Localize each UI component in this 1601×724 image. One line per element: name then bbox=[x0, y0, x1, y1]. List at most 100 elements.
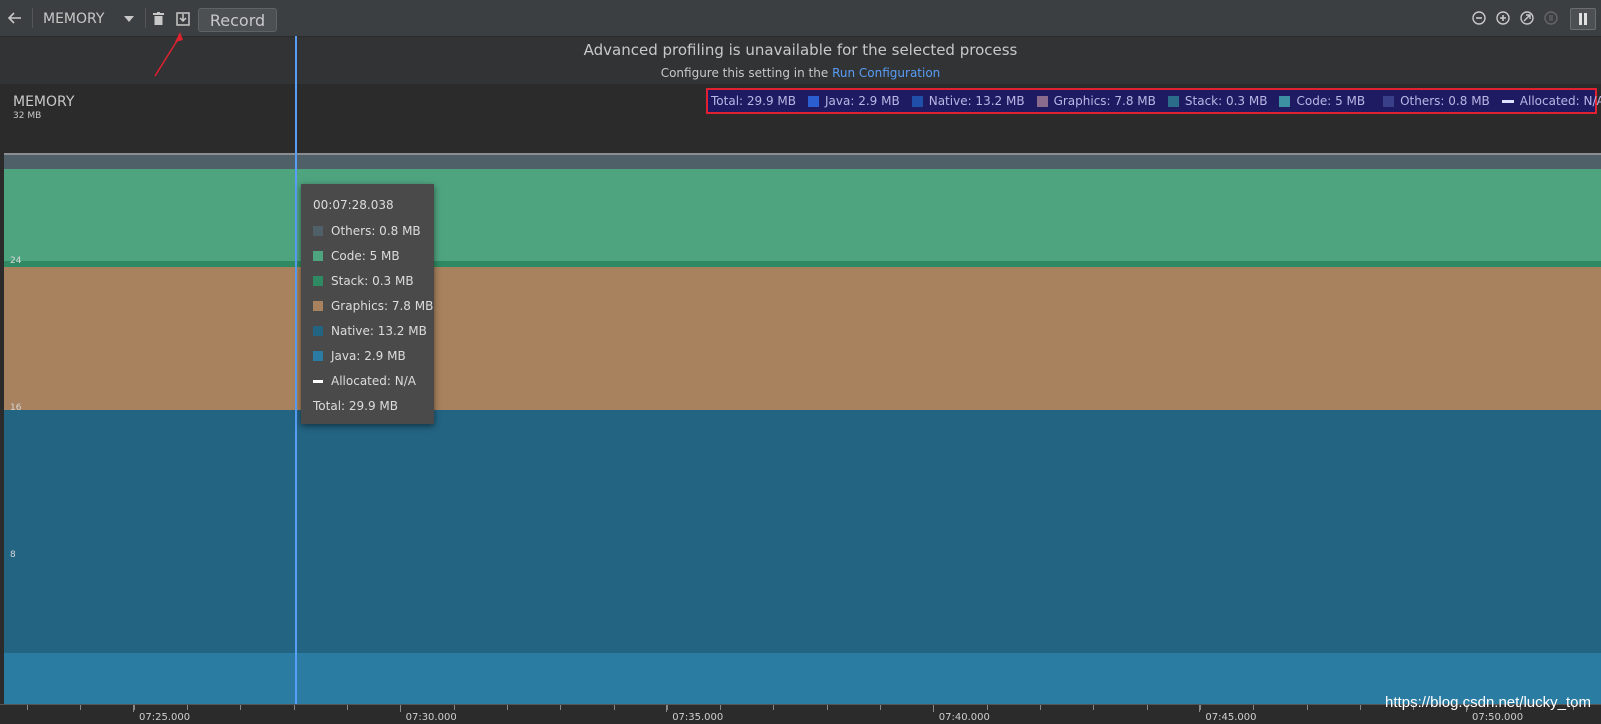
x-major-tick bbox=[133, 705, 134, 712]
x-tick bbox=[1093, 705, 1095, 710]
memory-max-label: 32 MB bbox=[13, 111, 42, 121]
legend-label: Code: 5 MB bbox=[1296, 94, 1366, 108]
x-tick bbox=[293, 705, 295, 710]
x-tick bbox=[1360, 705, 1361, 710]
tooltip-swatch bbox=[313, 326, 323, 336]
y-tick-label: 24 bbox=[10, 256, 22, 266]
tooltip-label: Native: 13.2 MB bbox=[331, 324, 427, 338]
legend-swatch bbox=[1167, 95, 1179, 107]
tooltip-row-native: Native: 13.2 MB bbox=[313, 324, 427, 338]
annotation-arrow-icon bbox=[154, 32, 183, 77]
x-major-tick bbox=[399, 705, 401, 712]
pause-button[interactable] bbox=[1570, 8, 1596, 30]
allocated-dash-icon bbox=[1501, 99, 1514, 103]
delete-button[interactable] bbox=[151, 10, 165, 26]
area-band-code bbox=[4, 169, 1601, 262]
banner-subtitle-text: Configure this setting in the bbox=[660, 66, 829, 80]
run-configuration-link[interactable]: Run Configuration bbox=[832, 66, 940, 80]
legend-item-native: Native: 13.2 MB bbox=[911, 94, 1025, 108]
legend-item-others: Others: 0.8 MB bbox=[1383, 94, 1490, 108]
tooltip-label: Allocated: N/A bbox=[331, 374, 416, 388]
time-axis: 07:25.000 07:30.000 07:35.000 07:40.000 07:4… bbox=[0, 704, 1601, 724]
area-band-native bbox=[4, 410, 1601, 653]
tooltip-swatch bbox=[313, 251, 323, 261]
x-tick bbox=[1253, 705, 1255, 710]
chevron-down-icon bbox=[124, 16, 134, 22]
x-tick bbox=[880, 705, 882, 710]
legend-label: Graphics: 7.8 MB bbox=[1053, 94, 1156, 108]
legend-label: Stack: 0.3 MB bbox=[1184, 94, 1268, 108]
tooltip-row-graphics: Graphics: 7.8 MB bbox=[313, 299, 433, 313]
legend-swatch bbox=[911, 95, 923, 107]
tooltip-label: Graphics: 7.8 MB bbox=[331, 299, 434, 313]
x-major-tick bbox=[1199, 705, 1201, 712]
x-tick-label: 07:50.000 bbox=[1472, 712, 1524, 723]
tooltip-total: Total: 29.9 MB bbox=[313, 399, 399, 413]
toolbar: MEMORY Record bbox=[0, 0, 1601, 37]
x-tick bbox=[826, 705, 828, 710]
legend-item-stack: Stack: 0.3 MB bbox=[1167, 94, 1268, 108]
tooltip-row-java: Java: 2.9 MB bbox=[313, 349, 406, 363]
zoom-in-icon bbox=[1496, 11, 1510, 25]
legend-label: Native: 13.2 MB bbox=[928, 94, 1025, 108]
tooltip-swatch bbox=[313, 351, 323, 361]
legend-item-graphics: Graphics: 7.8 MB bbox=[1036, 94, 1156, 108]
zoom-out-icon bbox=[1472, 11, 1486, 25]
area-band-stack bbox=[4, 261, 1601, 267]
reset-zoom-icon bbox=[1520, 11, 1534, 25]
x-tick bbox=[720, 705, 722, 710]
x-tick bbox=[506, 705, 508, 710]
y-tick-label: 8 bbox=[10, 550, 16, 560]
advanced-profiling-banner: Advanced profiling is unavailable for th… bbox=[0, 37, 1601, 84]
legend-swatch bbox=[1036, 95, 1048, 107]
tooltip-label: Stack: 0.3 MB bbox=[331, 274, 414, 288]
x-tick bbox=[27, 705, 28, 710]
tooltip-label: Code: 5 MB bbox=[331, 249, 400, 263]
x-tick-label: 07:30.000 bbox=[405, 712, 457, 723]
profiler-select[interactable]: MEMORY bbox=[38, 8, 138, 30]
legend-swatch bbox=[1383, 95, 1395, 107]
area-band-java bbox=[4, 652, 1601, 706]
watermark: https://blog.csdn.net/lucky_tom bbox=[1385, 694, 1591, 711]
area-band-others bbox=[4, 154, 1601, 170]
legend-total: Total: 29.9 MB bbox=[711, 94, 797, 108]
save-heap-icon bbox=[176, 11, 190, 26]
time-cursor-line[interactable] bbox=[295, 36, 297, 706]
tooltip-row-stack: Stack: 0.3 MB bbox=[313, 274, 414, 288]
live-button[interactable] bbox=[1543, 10, 1559, 26]
x-tick bbox=[613, 705, 615, 710]
trash-icon bbox=[152, 11, 164, 25]
tooltip-row-code: Code: 5 MB bbox=[313, 249, 400, 263]
tooltip-swatch bbox=[313, 276, 323, 286]
memory-legend: Total: 29.9 MB Java: 2.9 MB Native: 13.2… bbox=[706, 88, 1601, 114]
zoom-in-button[interactable] bbox=[1495, 10, 1511, 26]
tooltip-time: 00:07:28.038 bbox=[313, 198, 394, 212]
allocated-dash-icon bbox=[313, 379, 323, 383]
zoom-out-button[interactable] bbox=[1471, 10, 1487, 26]
x-tick bbox=[186, 705, 188, 710]
legend-swatch bbox=[808, 95, 820, 107]
x-tick bbox=[1306, 705, 1308, 710]
record-button[interactable]: Record bbox=[198, 8, 277, 32]
x-tick bbox=[1040, 705, 1042, 710]
arrow-left-icon bbox=[8, 12, 21, 24]
legend-swatch bbox=[1279, 95, 1291, 107]
x-major-tick bbox=[666, 705, 668, 712]
reset-zoom-button[interactable] bbox=[1519, 10, 1535, 26]
back-button[interactable] bbox=[6, 9, 24, 27]
x-tick-label: 07:40.000 bbox=[938, 712, 990, 723]
legend-label: Java: 2.9 MB bbox=[825, 94, 900, 108]
x-tick bbox=[453, 705, 455, 710]
legend-label: Others: 0.8 MB bbox=[1400, 94, 1490, 108]
banner-title: Advanced profiling is unavailable for th… bbox=[583, 41, 1018, 59]
x-tick bbox=[560, 705, 562, 710]
x-tick bbox=[986, 705, 988, 710]
x-tick bbox=[1146, 705, 1148, 710]
save-heap-button[interactable] bbox=[174, 9, 192, 27]
memory-tooltip: 00:07:28.038 Others: 0.8 MB Code: 5 MB S… bbox=[301, 184, 434, 424]
legend-item-java: Java: 2.9 MB bbox=[808, 94, 900, 108]
tooltip-row-others: Others: 0.8 MB bbox=[313, 224, 421, 238]
legend-item-code: Code: 5 MB bbox=[1279, 94, 1365, 108]
legend-item-allocated: Allocated: N/A bbox=[1501, 94, 1601, 108]
tooltip-swatch bbox=[313, 301, 323, 311]
